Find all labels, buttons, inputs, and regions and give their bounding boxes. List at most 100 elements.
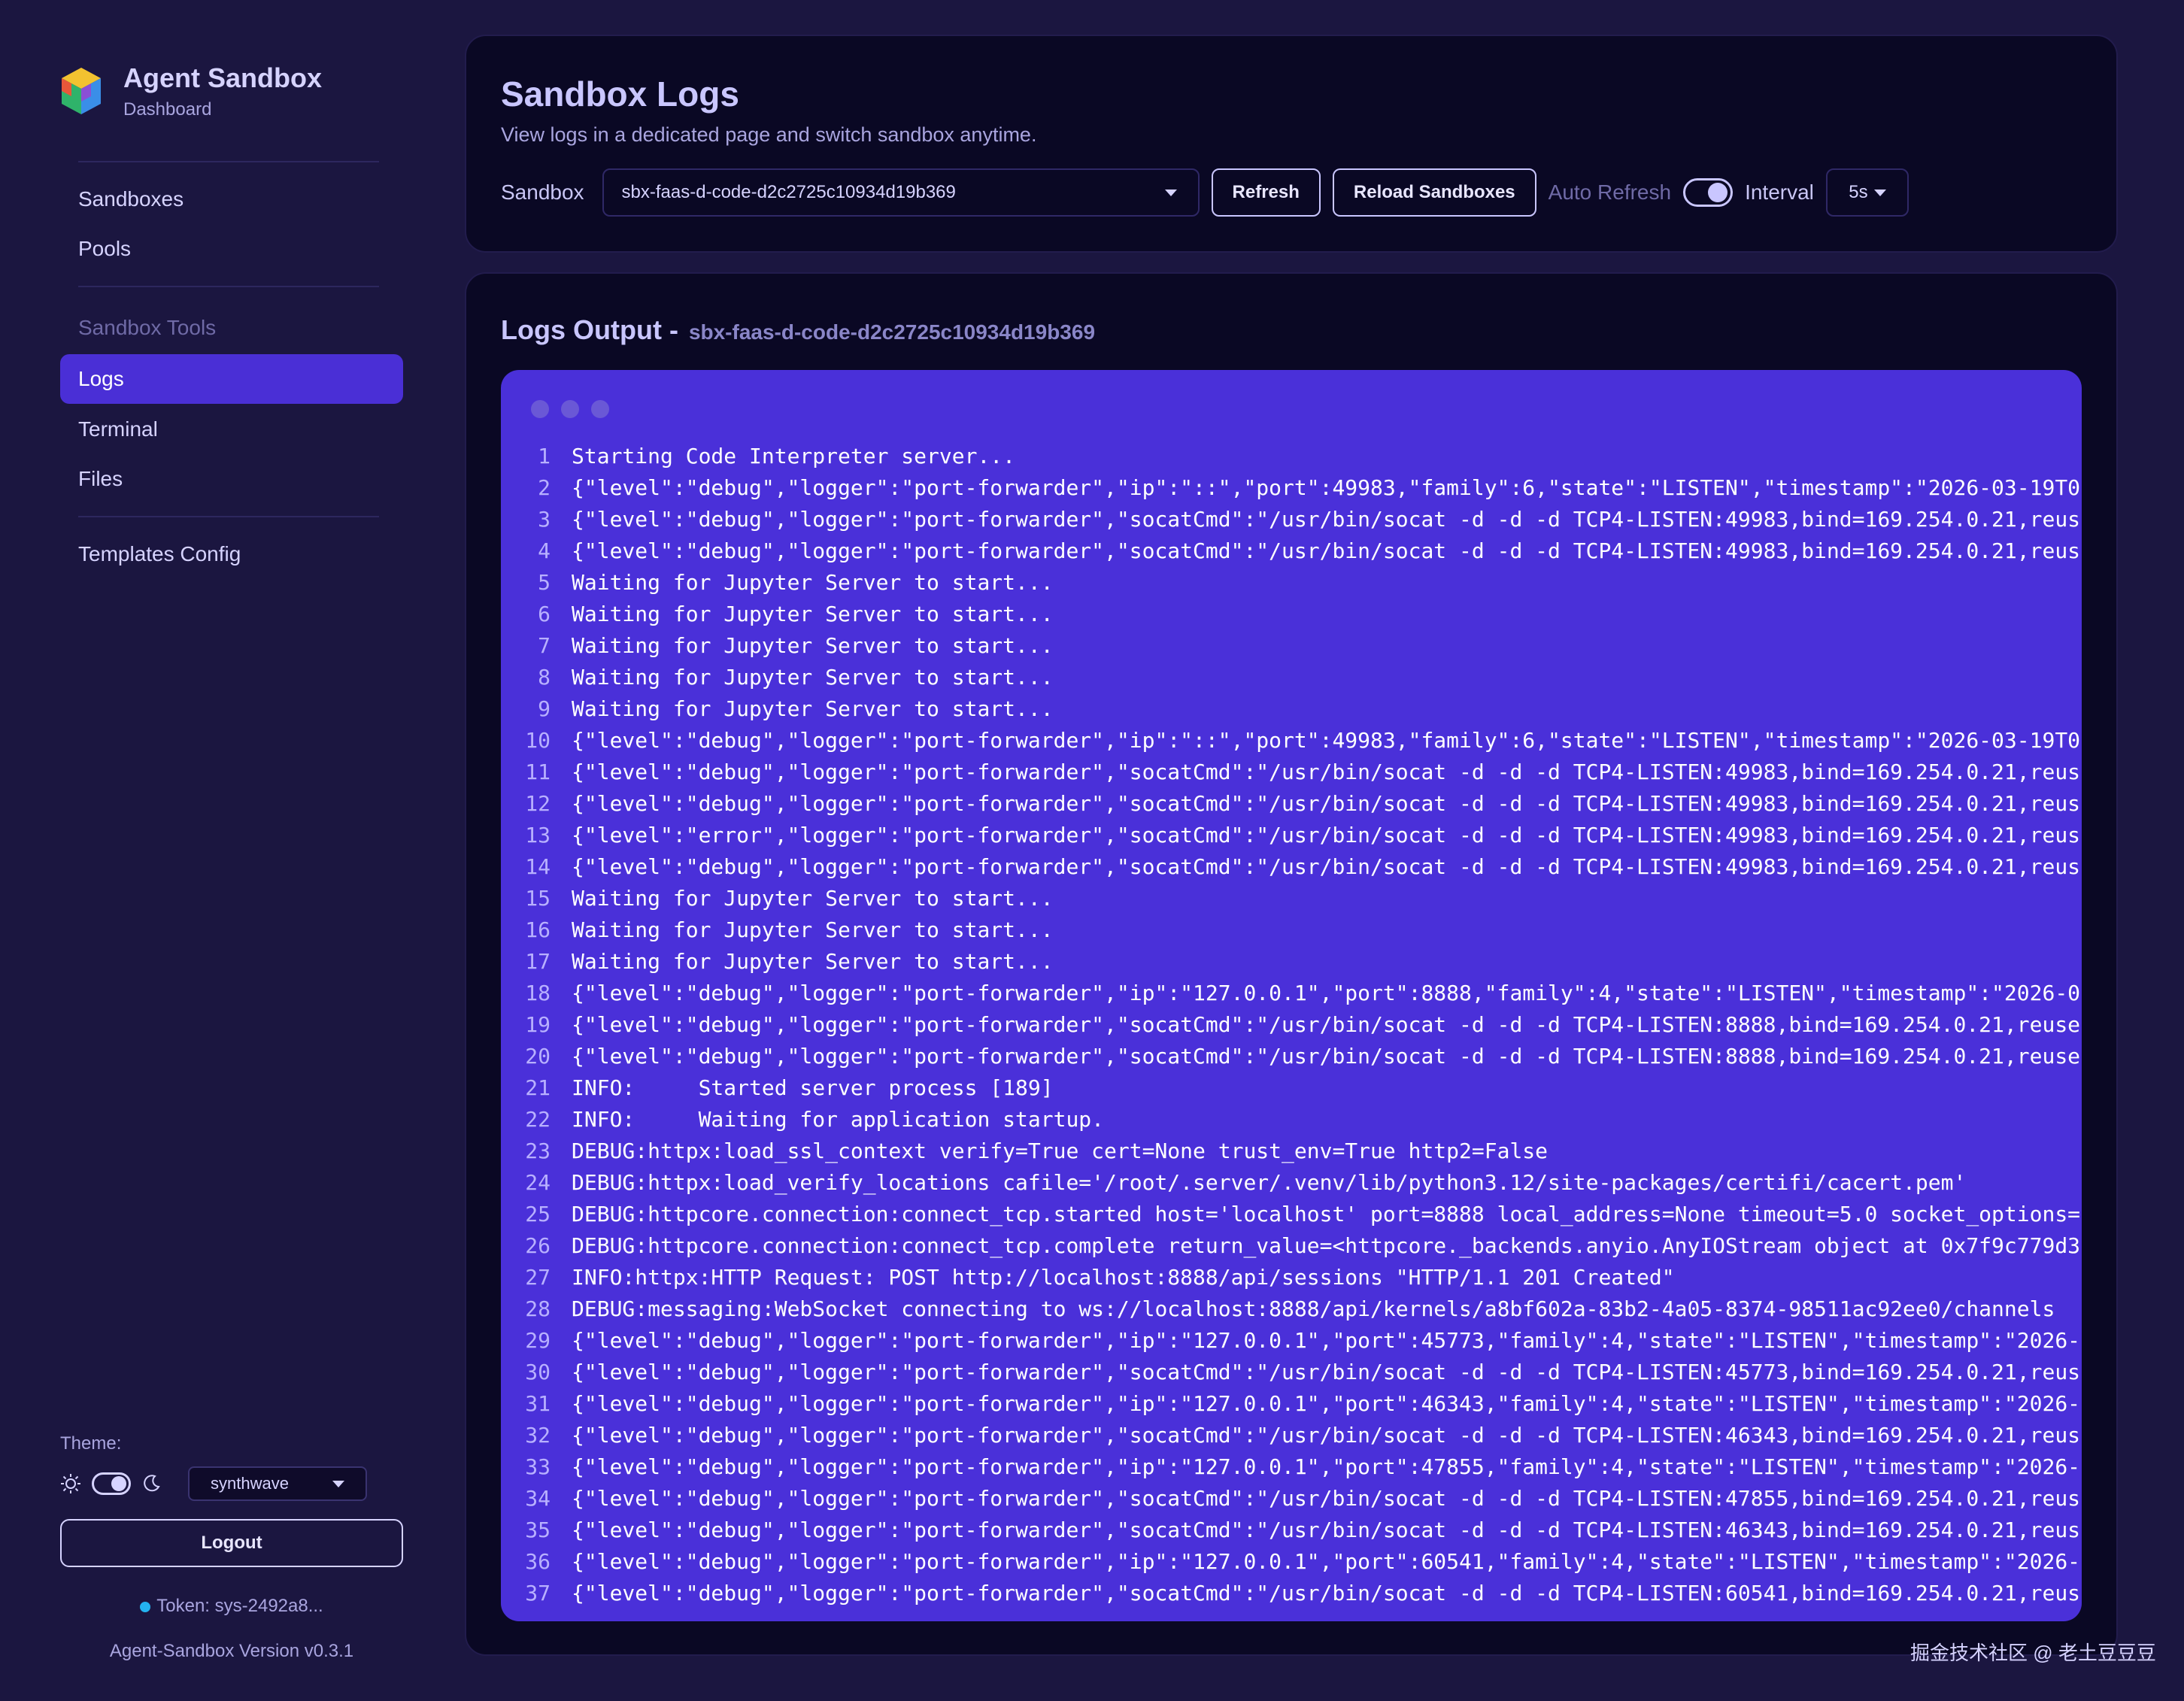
log-text: {"level":"debug","logger":"port-forwarde…	[572, 1044, 2081, 1069]
line-number: 27	[525, 1265, 551, 1290]
line-number: 14	[525, 854, 551, 879]
log-text: {"level":"debug","logger":"port-forwarde…	[572, 1518, 2081, 1542]
logs-title-text: Logs Output -	[501, 314, 678, 345]
log-text: INFO: Started server process [189]	[572, 1075, 1054, 1100]
line-number: 37	[525, 1581, 551, 1605]
line-number: 2	[538, 475, 551, 500]
brand[interactable]: Agent Sandbox Dashboard	[60, 62, 322, 120]
log-text: DEBUG:httpcore.connection:connect_tcp.st…	[572, 1202, 2081, 1226]
log-text: Waiting for Jupyter Server to start...	[572, 602, 1054, 626]
line-number: 35	[525, 1518, 551, 1542]
page-title: Sandbox Logs	[501, 74, 739, 114]
sidebar-item-pools[interactable]: Pools	[60, 224, 403, 274]
log-line: 2 {"level":"debug","logger":"port-forward…	[501, 472, 2082, 504]
logout-button[interactable]: Logout	[60, 1519, 403, 1567]
log-line: 7 Waiting for Jupyter Server to start...	[501, 630, 2082, 662]
log-text: INFO: Waiting for application startup.	[572, 1107, 1105, 1132]
chevron-down-icon	[1164, 189, 1177, 196]
log-line: 26 DEBUG:httpcore.connection:connect_tcp.…	[501, 1230, 2082, 1262]
app-subtitle: Dashboard	[123, 99, 212, 120]
toggle-knob	[1708, 183, 1728, 202]
log-line: 31 {"level":"debug","logger":"port-forwar…	[501, 1388, 2082, 1420]
line-number: 33	[525, 1454, 551, 1479]
log-line: 15 Waiting for Jupyter Server to start...	[501, 883, 2082, 914]
sidebar-item-templates-config[interactable]: Templates Config	[60, 529, 403, 579]
theme-toggle[interactable]	[92, 1472, 131, 1495]
log-lines: 1 Starting Code Interpreter server... 2 {"l…	[501, 441, 2082, 1609]
log-text: Waiting for Jupyter Server to start...	[572, 949, 1054, 974]
log-line: 36 {"level":"debug","logger":"port-forwar…	[501, 1546, 2082, 1578]
log-line: 25 DEBUG:httpcore.connection:connect_tcp.…	[501, 1199, 2082, 1230]
log-text: {"level":"debug","logger":"port-forwarde…	[572, 1328, 2081, 1353]
log-line: 27 INFO:httpx:HTTP Request: POST http://l…	[501, 1262, 2082, 1293]
log-line: 23 DEBUG:httpx:load_ssl_context verify=Tr…	[501, 1136, 2082, 1167]
sandbox-select-value: sbx-faas-d-code-d2c2725c10934d19b369	[621, 182, 956, 202]
log-line: 24 DEBUG:httpx:load_verify_locations cafi…	[501, 1167, 2082, 1199]
log-line: 4 {"level":"debug","logger":"port-forward…	[501, 535, 2082, 567]
log-line: 30 {"level":"debug","logger":"port-forwar…	[501, 1357, 2082, 1388]
log-line: 28 DEBUG:messaging:WebSocket connecting t…	[501, 1293, 2082, 1325]
chevron-down-icon	[1873, 189, 1886, 196]
log-text: {"level":"debug","logger":"port-forwarde…	[572, 760, 2081, 784]
log-line: 6 Waiting for Jupyter Server to start...	[501, 599, 2082, 630]
theme-select-value: synthwave	[211, 1474, 289, 1493]
reload-sandboxes-button[interactable]: Reload Sandboxes	[1332, 168, 1536, 217]
log-text: {"level":"debug","logger":"port-forwarde…	[572, 728, 2081, 753]
log-line: 32 {"level":"debug","logger":"port-forwar…	[501, 1420, 2082, 1451]
page-subtitle: View logs in a dedicated page and switch…	[501, 123, 1037, 146]
log-text: {"level":"debug","logger":"port-forwarde…	[572, 1486, 2081, 1511]
sidebar-item-sandboxes[interactable]: Sandboxes	[60, 174, 403, 224]
log-text: {"level":"debug","logger":"port-forwarde…	[572, 1549, 2081, 1574]
line-number: 13	[525, 823, 551, 847]
line-number: 5	[538, 570, 551, 595]
app-title: Agent Sandbox	[123, 62, 323, 93]
log-text: DEBUG:messaging:WebSocket connecting to …	[572, 1296, 2055, 1321]
window-dot-icon	[561, 400, 579, 418]
window-dot-icon	[591, 400, 609, 418]
log-terminal[interactable]: 1 Starting Code Interpreter server... 2 {"l…	[501, 370, 2082, 1621]
refresh-button[interactable]: Refresh	[1211, 168, 1321, 217]
theme-select[interactable]: synthwave	[188, 1466, 367, 1501]
sidebar-item-logs[interactable]: Logs	[60, 354, 403, 404]
sidebar-item-files[interactable]: Files	[60, 454, 403, 504]
line-number: 26	[525, 1233, 551, 1258]
toggle-knob	[111, 1476, 126, 1491]
line-number: 34	[525, 1486, 551, 1511]
log-text: {"level":"debug","logger":"port-forwarde…	[572, 854, 2081, 879]
log-text: {"level":"error","logger":"port-forwarde…	[572, 823, 2081, 847]
log-text: {"level":"debug","logger":"port-forwarde…	[572, 1391, 2081, 1416]
window-dots	[531, 400, 621, 418]
status-dot-icon	[140, 1601, 151, 1612]
line-number: 4	[538, 538, 551, 563]
logs-sandbox-id: sbx-faas-d-code-d2c2725c10934d19b369	[688, 320, 1096, 344]
sandbox-select[interactable]: sbx-faas-d-code-d2c2725c10934d19b369	[602, 168, 1200, 217]
sun-icon	[61, 1474, 80, 1493]
line-number: 30	[525, 1360, 551, 1384]
log-text: {"level":"debug","logger":"port-forwarde…	[572, 475, 2081, 500]
line-number: 10	[525, 728, 551, 753]
line-number: 1	[538, 444, 551, 468]
log-line: 14 {"level":"debug","logger":"port-forwar…	[501, 851, 2082, 883]
cube-logo-icon	[62, 68, 101, 114]
log-text: {"level":"debug","logger":"port-forwarde…	[572, 1423, 2081, 1448]
log-text: {"level":"debug","logger":"port-forwarde…	[572, 1012, 2081, 1037]
line-number: 28	[525, 1296, 551, 1321]
line-number: 31	[525, 1391, 551, 1416]
divider	[78, 161, 379, 162]
token-text: Token: sys-2492a8...	[156, 1596, 323, 1616]
line-number: 7	[538, 633, 551, 658]
line-number: 22	[525, 1107, 551, 1132]
line-number: 11	[525, 760, 551, 784]
interval-select[interactable]: 5s	[1825, 168, 1909, 217]
version-text: Agent-Sandbox Version v0.3.1	[109, 1641, 354, 1661]
chevron-down-icon	[332, 1480, 344, 1487]
log-text: {"level":"debug","logger":"port-forwarde…	[572, 507, 2081, 532]
log-text: DEBUG:httpx:load_ssl_context verify=True…	[572, 1139, 1549, 1163]
auto-refresh-label: Auto Refresh	[1548, 180, 1672, 204]
line-number: 15	[525, 886, 551, 911]
sidebar-item-terminal[interactable]: Terminal	[60, 405, 403, 454]
log-text: Waiting for Jupyter Server to start...	[572, 696, 1054, 721]
log-line: 21 INFO: Started server process [189]	[501, 1072, 2082, 1104]
line-number: 21	[525, 1075, 551, 1100]
auto-refresh-toggle[interactable]	[1683, 178, 1734, 207]
